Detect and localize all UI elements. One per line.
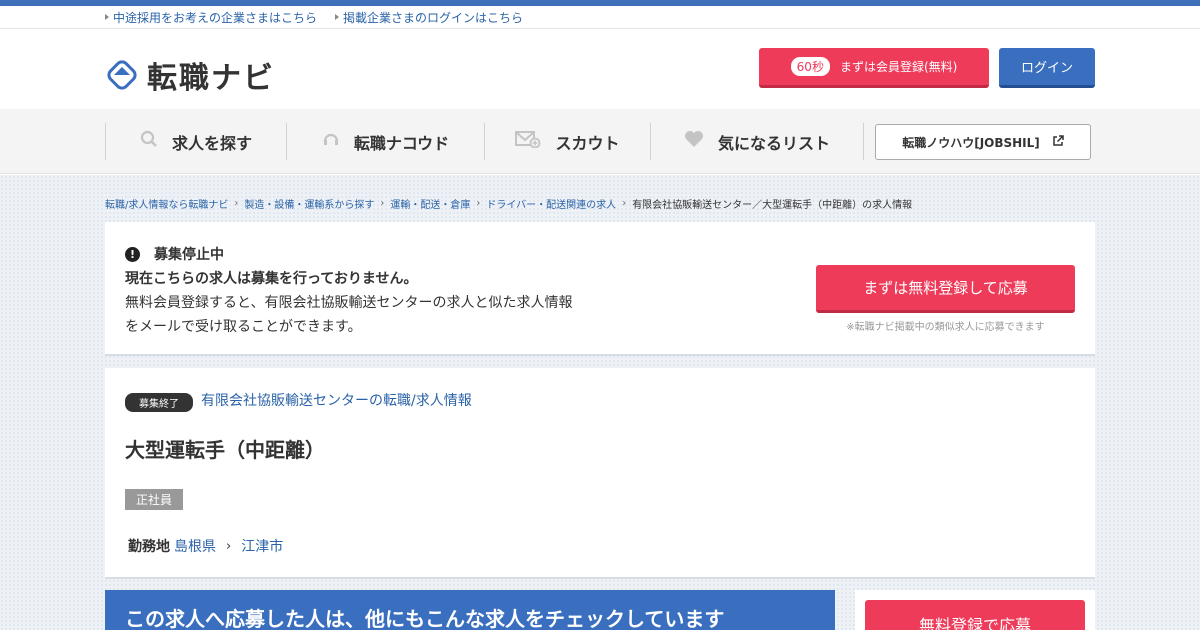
- chevron-right-icon: ›: [622, 198, 627, 209]
- notice-line: 無料会員登録すると、有限会社協販輸送センターの求人と似た求人情報: [125, 295, 573, 311]
- breadcrumb-link[interactable]: 運輸・配送・倉庫: [390, 196, 470, 211]
- breadcrumb-link[interactable]: ドライバー・配送関連の求人: [486, 196, 616, 211]
- global-nav: 求人を探す 転職ナコウド スカウト 気になるリスト 転職ノウハウ[JOBSHIL…: [0, 109, 1200, 174]
- related-jobs-banner: この求人へ応募した人は、他にもこんな求人をチェックしています: [105, 590, 835, 630]
- breadcrumb-current: 有限会社協販輸送センター／大型運転手（中距離）の求人情報: [632, 200, 913, 211]
- heart-icon: [684, 130, 704, 153]
- chevron-right-icon: ›: [380, 198, 385, 209]
- register-badge: 60秒: [790, 57, 830, 76]
- location-label: 勤務地: [128, 539, 170, 555]
- notice-line: 現在こちらの求人は募集を行っておりません。: [125, 271, 418, 287]
- site-header: 転職ナビ 60秒 まずは会員登録(無料) ログイン: [0, 29, 1200, 109]
- utility-bar: 中途採用をお考えの企業さまはこちら 掲載企業さまのログインはこちら: [0, 6, 1200, 29]
- nav-item-nakoudo[interactable]: 転職ナコウド: [286, 123, 484, 160]
- recruitment-stopped-notice: ! 募集停止中 現在こちらの求人は募集を行っておりません。 無料会員登録すると、…: [105, 222, 1095, 356]
- company-link[interactable]: 有限会社協販輸送センターの転職/求人情報: [201, 390, 472, 410]
- side-register-apply-button[interactable]: 無料登録で応募: [865, 600, 1085, 630]
- chevron-right-icon: ›: [476, 198, 481, 209]
- knowhow-button[interactable]: 転職ノウハウ[JOBSHIL]: [875, 124, 1091, 160]
- nav-item-scout[interactable]: スカウト: [484, 123, 650, 160]
- caret-right-icon: [105, 14, 109, 20]
- breadcrumb-link[interactable]: 転職/求人情報なら転職ナビ: [105, 196, 228, 211]
- breadcrumb: 転職/求人情報なら転職ナビ › 製造・設備・運輸系から探す › 運輸・配送・倉庫 › …: [105, 196, 1095, 211]
- logo-mark-icon: [107, 60, 137, 90]
- notice-line: をメールで受け取ることができます。: [125, 319, 362, 335]
- main-content: 転職/求人情報なら転職ナビ › 製造・設備・運輸系から探す › 運輸・配送・倉庫 › …: [0, 175, 1200, 630]
- notice-heading: ! 募集停止中: [125, 244, 224, 264]
- register-button[interactable]: 60秒 まずは会員登録(無料): [759, 48, 989, 88]
- employment-type-badge: 正社員: [125, 489, 184, 510]
- job-summary-card: 募集終了 有限会社協販輸送センターの転職/求人情報 大型運転手（中距離） 正社員…: [105, 368, 1095, 579]
- exclamation-icon: !: [125, 246, 140, 262]
- job-title: 大型運転手（中距離）: [125, 438, 325, 462]
- logo[interactable]: 転職ナビ: [105, 53, 275, 97]
- breadcrumb-link[interactable]: 製造・設備・運輸系から探す: [244, 196, 374, 211]
- external-link-icon: [1052, 134, 1064, 150]
- free-register-apply-button[interactable]: まずは無料登録して応募: [816, 265, 1075, 313]
- status-badge: 募集終了: [125, 393, 193, 412]
- side-panel: 無料登録で応募: [855, 590, 1095, 630]
- work-location: 勤務地 島根県 › 江津市: [128, 536, 283, 556]
- prefecture-link[interactable]: 島根県: [174, 536, 216, 556]
- mail-icon: [515, 130, 541, 153]
- nav-item-search-jobs[interactable]: 求人を探す: [105, 123, 286, 160]
- search-icon: [140, 130, 158, 153]
- apply-note: ※転職ナビ掲載中の類似求人に応募できます: [846, 322, 1045, 333]
- chevron-right-icon: ›: [226, 538, 232, 554]
- corporate-link[interactable]: 中途採用をお考えの企業さまはこちら: [105, 9, 317, 26]
- headset-icon: [322, 130, 340, 153]
- city-link[interactable]: 江津市: [241, 536, 283, 556]
- login-button[interactable]: ログイン: [999, 48, 1095, 88]
- advertiser-login-link[interactable]: 掲載企業さまのログインはこちら: [335, 9, 523, 26]
- chevron-right-icon: ›: [234, 198, 239, 209]
- caret-right-icon: [335, 14, 340, 20]
- nav-item-favorites[interactable]: 気になるリスト: [650, 123, 864, 160]
